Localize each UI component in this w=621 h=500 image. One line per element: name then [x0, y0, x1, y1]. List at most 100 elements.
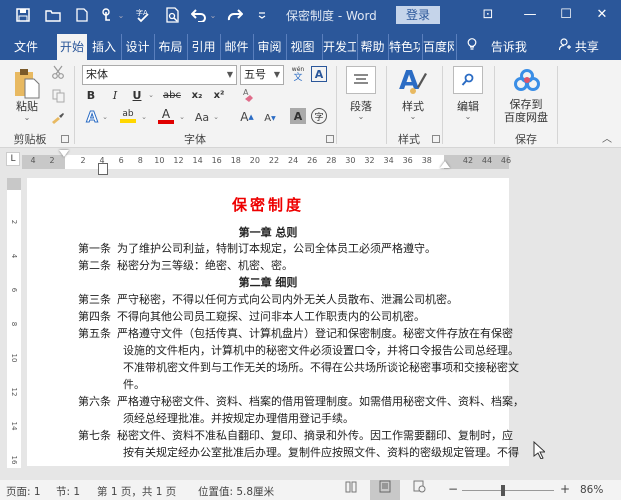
font-launcher-icon[interactable]	[326, 135, 334, 143]
minimize-button[interactable]: —	[510, 5, 550, 25]
zoom-in-button[interactable]: +	[560, 482, 570, 496]
status-page-count[interactable]: 第 1 页，共 1 页	[97, 484, 176, 499]
open-icon[interactable]	[44, 5, 62, 25]
underline-button[interactable]: U	[130, 87, 144, 103]
article-paragraph: 第六条 严格遵守秘密文件、资料、档案的借用管理制度。如需借用秘密文件、资料、档案，	[78, 393, 524, 411]
text-effects-icon[interactable]: A	[84, 108, 100, 127]
tab-insert[interactable]: 插入	[88, 34, 120, 60]
cut-icon[interactable]	[50, 64, 66, 80]
zoom-out-button[interactable]: −	[448, 482, 458, 496]
text-effects-dropdown-icon[interactable]: ⌄	[101, 108, 109, 126]
tab-view[interactable]: 视图	[286, 34, 318, 60]
touch-mode-icon[interactable]	[98, 5, 114, 25]
zoom-level[interactable]: 86%	[580, 484, 603, 496]
copy-icon[interactable]	[50, 88, 66, 104]
document-page[interactable]: 保密制度 第一章 总则 第一条 为了维护公司利益，特制订本规定，公司全体员工必须严…	[27, 178, 524, 466]
tab-review[interactable]: 审阅	[253, 34, 285, 60]
zoom-slider-thumb[interactable]	[501, 485, 506, 496]
tab-features[interactable]: 特色功	[388, 34, 420, 60]
styles-dropdown-icon[interactable]: ⌄	[404, 112, 422, 121]
styles-launcher-icon[interactable]	[432, 135, 440, 143]
ribbon: 粘贴 ⌄ 剪贴板 宋体 ▼ 五号 ▼ wén 文 A B I U ⌄ abc x…	[0, 60, 621, 148]
paste-icon[interactable]	[12, 66, 42, 100]
subscript-button[interactable]: x₂	[188, 87, 206, 103]
underline-dropdown-icon[interactable]: ⌄	[146, 87, 156, 103]
font-size-combo[interactable]: 五号 ▼	[240, 65, 284, 85]
collapse-ribbon-icon[interactable]: ︿	[600, 130, 614, 145]
right-indent-marker[interactable]	[440, 161, 450, 168]
char-shading-icon[interactable]: A	[290, 108, 306, 124]
print-layout-icon[interactable]	[370, 480, 400, 500]
redo-icon[interactable]	[226, 5, 244, 25]
tab-design[interactable]: 设计	[121, 34, 153, 60]
superscript-button[interactable]: x²	[210, 87, 228, 103]
char-border-icon[interactable]: A	[311, 66, 327, 82]
tab-layout[interactable]: 布局	[154, 34, 186, 60]
status-page[interactable]: 页面: 1	[6, 484, 41, 499]
new-document-icon[interactable]	[74, 5, 90, 25]
tab-help[interactable]: 帮助	[357, 34, 387, 60]
customize-toolbar-icon[interactable]	[256, 5, 268, 25]
hanging-indent-marker[interactable]	[98, 163, 108, 175]
close-button[interactable]: ✕	[582, 5, 621, 25]
web-layout-icon[interactable]	[404, 480, 434, 500]
save-icon[interactable]	[14, 5, 32, 25]
clipboard-launcher-icon[interactable]	[61, 135, 69, 143]
ruler-tick: 32	[364, 156, 375, 165]
share-label: 共享	[574, 40, 599, 54]
undo-icon[interactable]	[190, 5, 208, 25]
chevron-down-icon[interactable]: ▼	[227, 66, 233, 84]
ribbon-display-options-icon[interactable]: ⊡	[468, 5, 508, 25]
tab-file[interactable]: 文件	[8, 34, 44, 60]
italic-button[interactable]: I	[108, 87, 122, 103]
grow-font-icon[interactable]: A ▲	[238, 108, 256, 126]
highlight-icon[interactable]: ab	[118, 106, 138, 126]
font-name-combo[interactable]: 宋体 ▼	[82, 65, 237, 85]
login-button[interactable]: 登录	[396, 6, 440, 24]
article-paragraph: 第七条 秘密文件、资料不准私自翻印、复印、摘录和外传。因工作需要翻印、复制时，应	[78, 427, 513, 445]
chevron-down-icon[interactable]: ▼	[274, 66, 280, 84]
ruler-tick: 8	[137, 156, 143, 165]
chevron-down-icon[interactable]: ⌄	[116, 5, 126, 25]
status-position[interactable]: 位置值: 5.8厘米	[198, 484, 274, 499]
bold-button[interactable]: B	[84, 87, 98, 103]
tab-mailings[interactable]: 邮件	[220, 34, 252, 60]
save-to-baidu-button[interactable]: 保存到 百度网盘	[498, 98, 554, 124]
tab-developer[interactable]: 开发工	[322, 34, 356, 60]
editing-dropdown-icon[interactable]: ⌄	[459, 112, 477, 121]
search-icon[interactable]	[453, 66, 483, 94]
shrink-font-icon[interactable]: A ▼	[262, 109, 278, 127]
tab-baidu[interactable]: 百度网	[422, 34, 454, 60]
maximize-button[interactable]: ☐	[546, 5, 586, 25]
up-arrow-icon: ▲	[248, 113, 254, 121]
print-preview-icon[interactable]	[164, 5, 182, 25]
undo-dropdown-icon[interactable]: ⌄	[208, 5, 218, 25]
paragraph-dropdown-icon[interactable]: ⌄	[352, 112, 370, 121]
change-case-button[interactable]: Aa	[192, 108, 212, 126]
share-button[interactable]: 共享	[554, 34, 604, 60]
highlight-dropdown-icon[interactable]: ⌄	[140, 108, 148, 126]
styles-icon[interactable]: A	[398, 64, 428, 96]
clear-formatting-icon[interactable]: A	[240, 86, 258, 104]
status-section[interactable]: 节: 1	[56, 484, 80, 499]
read-mode-icon[interactable]	[336, 480, 366, 500]
tab-selector[interactable]: L	[6, 152, 20, 166]
spelling-icon[interactable]: 字A	[134, 5, 152, 25]
change-case-dropdown-icon[interactable]: ⌄	[212, 108, 220, 126]
format-painter-icon[interactable]	[50, 110, 66, 126]
tab-references[interactable]: 引用	[187, 34, 219, 60]
baidu-cloud-icon[interactable]	[512, 66, 542, 94]
enclose-char-icon[interactable]: 字	[311, 108, 327, 124]
tell-me-button[interactable]: 告诉我	[456, 34, 528, 60]
paste-label[interactable]: 粘贴	[10, 98, 44, 114]
paragraph-icon[interactable]	[346, 66, 376, 94]
phonetic-guide-button[interactable]: wén 文	[288, 64, 308, 84]
tab-home[interactable]: 开始	[57, 34, 87, 60]
first-line-indent-marker[interactable]	[59, 150, 69, 157]
strikethrough-button[interactable]: abc	[160, 87, 184, 103]
font-color-icon[interactable]: A	[156, 106, 176, 126]
article-continuation: 按有关规定经办公室批准后办理。复制件应按照文件、资料的密级规定管理。不得	[123, 446, 519, 459]
zoom-slider-track[interactable]	[462, 490, 554, 491]
font-color-dropdown-icon[interactable]: ⌄	[178, 108, 186, 126]
paste-dropdown-icon[interactable]: ⌄	[18, 113, 36, 122]
